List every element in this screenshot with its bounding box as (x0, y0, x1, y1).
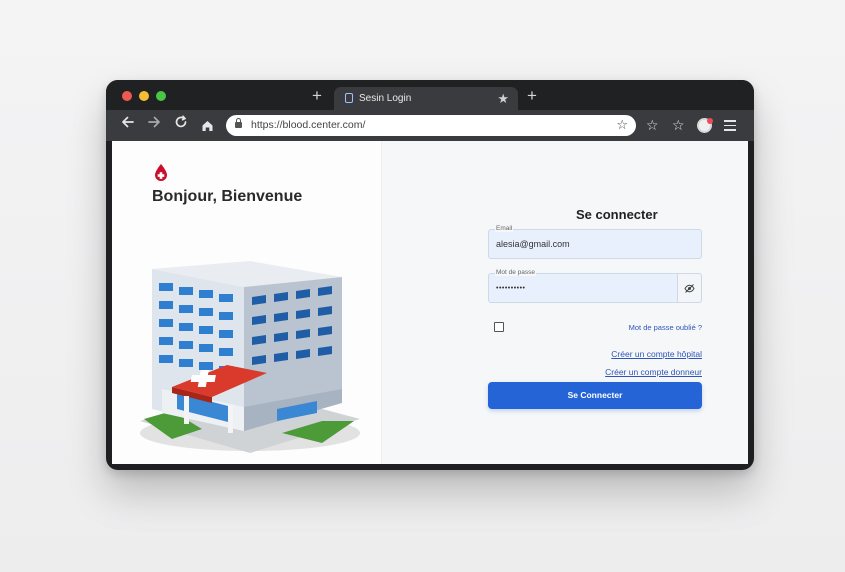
remember-me-checkbox[interactable] (494, 322, 504, 332)
new-tab-button[interactable]: + (527, 87, 537, 104)
page-content: Bonjour, Bienvenue Se connecter alesia@g… (112, 141, 748, 464)
forgot-password-link[interactable]: Mot de passe oublié ? (629, 323, 702, 332)
home-icon[interactable] (201, 118, 214, 138)
profile-icon[interactable] (697, 118, 713, 133)
login-title: Se connecter (576, 207, 658, 222)
tab-star-icon[interactable]: ★ (497, 91, 509, 107)
browser-toolbar: https://blood.center.com/ ☆ ☆ ☆ (106, 110, 754, 141)
blood-drop-icon (153, 163, 169, 187)
tab-title: Sesin Login (359, 93, 412, 104)
tab-active[interactable]: Sesin Login ★ (334, 87, 518, 111)
password-field[interactable] (488, 273, 678, 303)
forward-arrow-icon[interactable] (147, 115, 161, 135)
welcome-panel: Bonjour, Bienvenue (112, 141, 382, 464)
bookmarks-star-icon[interactable]: ☆ (672, 115, 685, 135)
welcome-heading: Bonjour, Bienvenue (152, 188, 303, 205)
email-field[interactable] (488, 229, 702, 259)
login-panel: Se connecter Email Mot de passe Mot de p… (382, 141, 748, 464)
create-donor-account-link[interactable]: Créer un compte donneur (605, 367, 702, 377)
url-text[interactable]: https://blood.center.com/ (251, 119, 365, 131)
star-icon[interactable]: ☆ (646, 115, 659, 135)
maximize-window-button[interactable] (156, 91, 166, 101)
lock-icon (235, 118, 242, 128)
eye-slash-icon (684, 284, 695, 293)
bookmark-star-icon[interactable]: ☆ (616, 117, 628, 133)
address-bar[interactable]: https://blood.center.com/ ☆ (226, 115, 636, 136)
close-window-button[interactable] (122, 91, 132, 101)
minimize-window-button[interactable] (139, 91, 149, 101)
page-icon (345, 93, 353, 103)
hospital-illustration (140, 261, 360, 453)
toggle-password-visibility-button[interactable] (678, 273, 702, 303)
create-hospital-account-link[interactable]: Créer un compte hôpital (611, 349, 702, 359)
password-label: Mot de passe (495, 269, 537, 276)
new-tab-button-left[interactable]: + (312, 87, 322, 104)
reload-icon[interactable] (174, 115, 188, 135)
browser-window: + Sesin Login ★ + https://blood.center.c… (106, 80, 754, 470)
email-label: Email (495, 225, 514, 232)
back-arrow-icon[interactable] (121, 115, 135, 135)
title-bar: + Sesin Login ★ + (106, 80, 754, 111)
menu-icon[interactable] (724, 120, 736, 134)
login-button[interactable]: Se Connecter (488, 382, 702, 409)
